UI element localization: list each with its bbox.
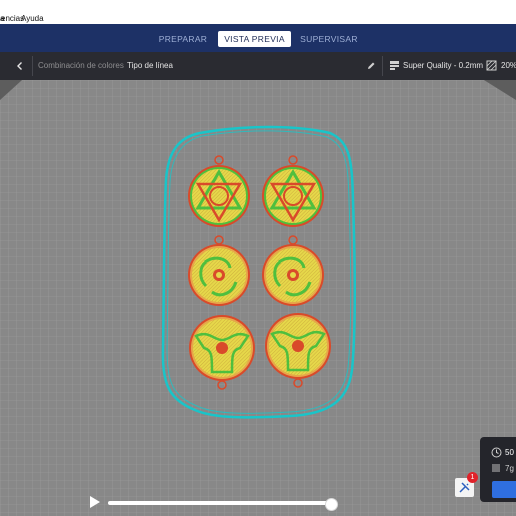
- print-info-panel: 50 7g: [480, 437, 516, 502]
- color-scheme-value[interactable]: Tipo de línea: [127, 61, 173, 70]
- view-toolbar: Combinación de colores Tipo de línea Sup…: [0, 52, 516, 80]
- clock-icon: [491, 447, 502, 458]
- layer-progress-track[interactable]: [108, 501, 331, 505]
- build-plate: [0, 80, 516, 516]
- tab-prepare[interactable]: PREPARAR: [148, 31, 218, 47]
- chevron-left-icon[interactable]: [15, 61, 25, 71]
- printer-profile-icon: [390, 61, 399, 70]
- weight-icon: [492, 464, 500, 472]
- build-plate-grid: [0, 80, 516, 516]
- infill-value[interactable]: 20%: [501, 61, 516, 70]
- print-weight: 7g: [505, 464, 514, 473]
- preview-viewport[interactable]: 1: [0, 80, 516, 516]
- tools-icon: [459, 482, 470, 493]
- stage-bar: PREPARAR VISTA PREVIA SUPERVISAR: [0, 24, 516, 52]
- pencil-icon[interactable]: [366, 61, 376, 71]
- print-time: 50: [505, 448, 514, 457]
- color-scheme-label: Combinación de colores: [38, 61, 124, 70]
- tab-monitor[interactable]: SUPERVISAR: [293, 31, 365, 47]
- play-icon[interactable]: [88, 495, 101, 509]
- layer-progress-handle[interactable]: [325, 498, 338, 511]
- menu-item-help[interactable]: Ayuda: [21, 14, 44, 23]
- notification-badge: 1: [467, 472, 478, 483]
- quality-profile[interactable]: Super Quality - 0.2mm: [403, 61, 483, 70]
- infill-icon: [486, 60, 497, 71]
- menu-bar: a encias Ayuda: [0, 0, 516, 24]
- tab-preview[interactable]: VISTA PREVIA: [218, 31, 291, 47]
- save-to-disk-button[interactable]: [492, 481, 516, 498]
